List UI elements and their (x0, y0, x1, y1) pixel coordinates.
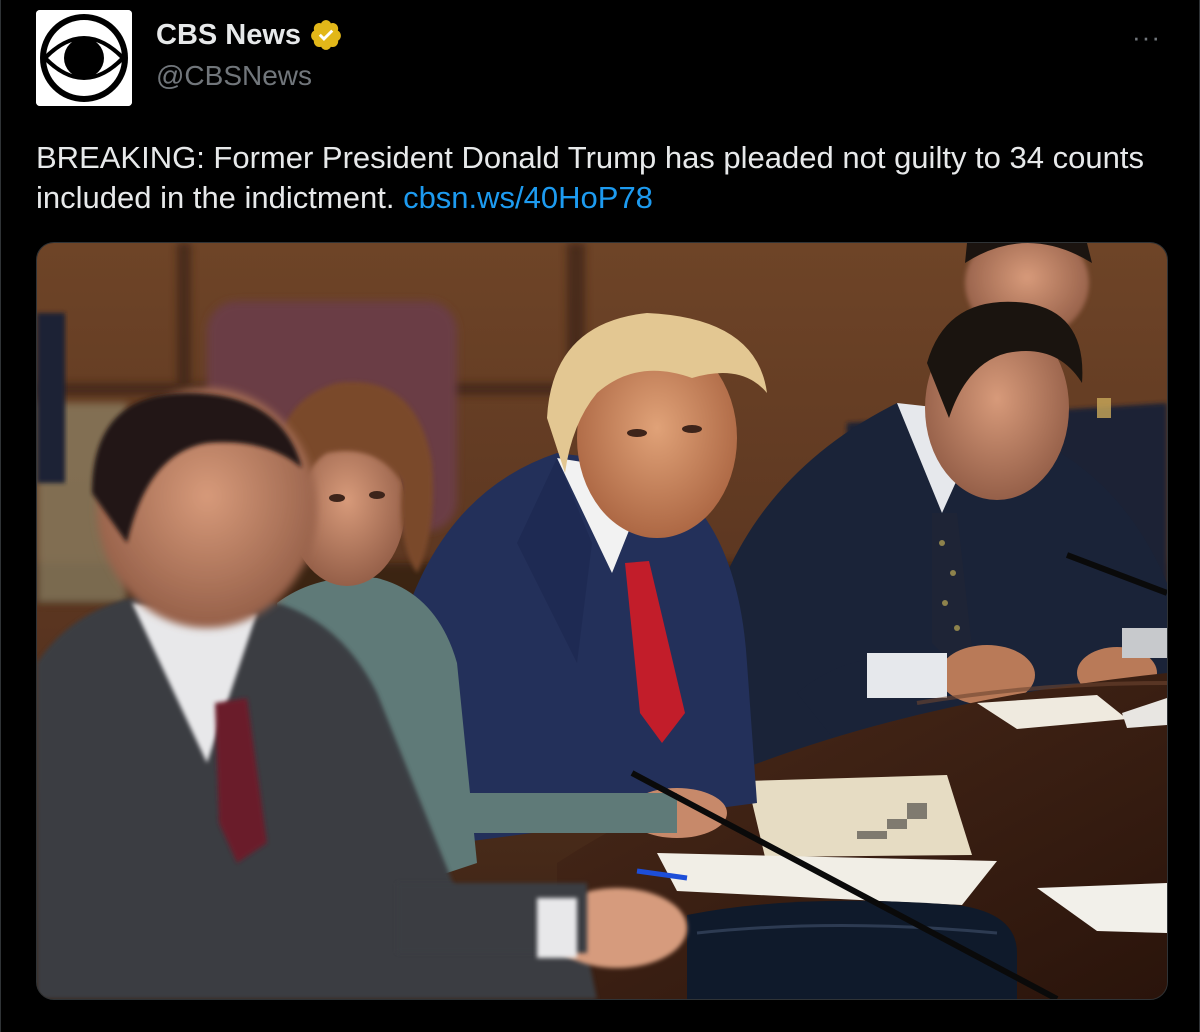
author-name-row: CBS News (156, 18, 343, 52)
tweet-photo[interactable] (36, 242, 1168, 1000)
verified-badge-icon[interactable] (309, 18, 343, 52)
display-name[interactable]: CBS News (156, 19, 301, 52)
more-options-button[interactable]: ··· (1132, 22, 1161, 53)
cbs-eye-logo-icon (36, 10, 132, 106)
tweet-card: CBS News @CBSNews ··· BREAKING: Former P… (0, 0, 1200, 1032)
avatar[interactable] (36, 10, 132, 106)
author-handle[interactable]: @CBSNews (156, 60, 312, 92)
tweet-text: BREAKING: Former President Donald Trump … (36, 138, 1176, 218)
courtroom-photo (37, 243, 1167, 999)
tweet-link[interactable]: cbsn.ws/40HoP78 (403, 180, 653, 215)
